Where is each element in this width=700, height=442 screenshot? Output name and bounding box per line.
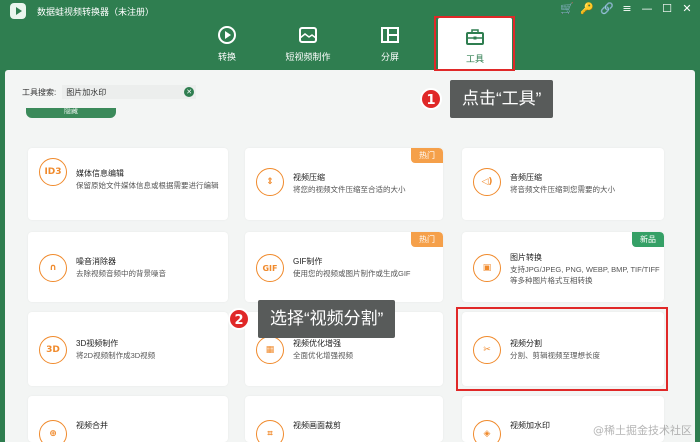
search-label: 工具搜索: xyxy=(22,87,57,97)
audio-compress-icon: ◁) xyxy=(473,168,501,196)
step-number: 1 xyxy=(420,88,442,110)
card-title: 视频压缩 xyxy=(293,173,325,182)
gif-icon: GIF xyxy=(256,254,284,282)
callout-text: 点击“工具” xyxy=(450,80,554,118)
split-screen-icon xyxy=(381,27,399,43)
title-bar: 数据蛙视频转换器（未注册） 🛒 🔑 🔗 ≡ — ☐ ✕ 转换 短视频制作 分屏 xyxy=(0,0,700,70)
card-description: 分割、剪辑视频至理想长度 xyxy=(510,351,600,360)
key-icon[interactable]: 🔑 xyxy=(580,2,594,16)
card-media-info-editor[interactable]: ID3 媒体信息编辑 保留原始文件媒体信息或根据需要进行编辑 xyxy=(28,148,228,220)
tab-tools[interactable]: 工具 xyxy=(438,18,512,70)
card-description: 去除视频音频中的背景噪音 xyxy=(76,269,166,278)
card-title: 图片转换 xyxy=(510,253,542,262)
enhance-icon: ▦ xyxy=(256,336,284,364)
card-3d-maker[interactable]: 3D 3D视频制作 将2D视频制作成3D视频 xyxy=(28,312,228,386)
tool-search: 工具搜索: ✕ xyxy=(22,85,197,99)
cart-icon[interactable]: 🛒 xyxy=(560,2,574,16)
card-video-compress[interactable]: 热门 ⇕ 视频压缩 将您的视频文件压缩至合适的大小 xyxy=(245,148,443,220)
new-badge: 新品 xyxy=(632,232,664,247)
callout-step-1: 1 点击“工具” xyxy=(420,80,554,118)
callout-step-2: 2 选择“视频分割” xyxy=(228,300,396,338)
compress-icon: ⇕ xyxy=(256,168,284,196)
menu-icon[interactable]: ≡ xyxy=(620,2,634,16)
tab-short-video[interactable]: 短视频制作 xyxy=(268,22,348,66)
watermark-icon: ◈ xyxy=(473,420,501,442)
card-gif-maker[interactable]: 热门 GIF GIF制作 使用您的视频或图片制作或生成GIF xyxy=(245,232,443,302)
card-description: 使用您的视频或图片制作或生成GIF xyxy=(293,269,411,278)
card-description: 将音频文件压缩到您需要的大小 xyxy=(510,185,615,194)
step-number: 2 xyxy=(228,308,250,330)
tab-convert[interactable]: 转换 xyxy=(187,22,267,66)
hot-badge: 热门 xyxy=(411,148,443,163)
card-title: 视频优化增强 xyxy=(293,339,341,348)
card-video-merge[interactable]: ⊕ 视频合并 xyxy=(28,396,228,442)
search-input[interactable] xyxy=(62,85,197,99)
scissors-icon: ✂ xyxy=(473,336,501,364)
maximize-icon[interactable]: ☐ xyxy=(660,2,674,16)
card-title: 视频画面裁剪 xyxy=(293,421,341,430)
card-audio-compress[interactable]: ◁) 音频压缩 将音频文件压缩到您需要的大小 xyxy=(462,148,664,220)
site-watermark: @稀土掘金技术社区 xyxy=(593,424,692,437)
minimize-icon[interactable]: — xyxy=(640,2,654,16)
app-title: 数据蛙视频转换器（未注册） xyxy=(37,7,155,17)
card-title: 视频合并 xyxy=(76,421,108,430)
callout-text: 选择“视频分割” xyxy=(258,300,396,338)
id3-icon: ID3 xyxy=(39,158,67,186)
card-description: 支持JPG/JPEG, PNG, WEBP, BMP, TIF/TIFF等多种图… xyxy=(510,265,660,285)
card-title: 噪音消除器 xyxy=(76,257,116,266)
merge-icon: ⊕ xyxy=(39,420,67,442)
crop-icon: ⌗ xyxy=(256,420,284,442)
window-controls: 🛒 🔑 🔗 ≡ — ☐ ✕ xyxy=(560,2,694,16)
card-title: GIF制作 xyxy=(293,257,323,266)
card-title: 视频分割 xyxy=(510,339,542,348)
tab-convert-label: 转换 xyxy=(217,52,236,62)
close-icon[interactable]: ✕ xyxy=(680,2,694,16)
convert-icon xyxy=(218,26,236,44)
toolbox-icon xyxy=(466,29,484,45)
card-image-convert[interactable]: 新品 ▣ 图片转换 支持JPG/JPEG, PNG, WEBP, BMP, TI… xyxy=(462,232,664,302)
image-convert-icon: ▣ xyxy=(473,254,501,282)
card-title: 视频加水印 xyxy=(510,421,550,430)
card-video-crop[interactable]: ⌗ 视频画面裁剪 xyxy=(245,396,443,442)
tab-short-video-label: 短视频制作 xyxy=(285,52,331,62)
card-title: 媒体信息编辑 xyxy=(76,169,124,178)
short-video-icon xyxy=(299,27,317,43)
card-title: 音频压缩 xyxy=(510,173,542,182)
hot-badge: 热门 xyxy=(411,232,443,247)
headphones-icon: ∩ xyxy=(39,254,67,282)
3d-icon: 3D xyxy=(39,336,67,364)
link-icon[interactable]: 🔗 xyxy=(600,2,614,16)
card-title: 3D视频制作 xyxy=(76,339,119,348)
card-video-split[interactable]: ✂ 视频分割 分割、剪辑视频至理想长度 xyxy=(462,312,664,386)
tab-tools-label: 工具 xyxy=(465,54,484,64)
card-description: 将2D视频制作成3D视频 xyxy=(76,351,156,360)
card-description: 保留原始文件媒体信息或根据需要进行编辑 xyxy=(76,181,219,190)
card-noise-remover[interactable]: ∩ 噪音消除器 去除视频音频中的背景噪音 xyxy=(28,232,228,302)
app-logo-icon xyxy=(10,3,26,19)
card-description: 将您的视频文件压缩至合适的大小 xyxy=(293,185,406,194)
tab-split-screen-label: 分屏 xyxy=(380,52,399,62)
card-description: 全面优化增强视频 xyxy=(293,351,353,360)
tab-split-screen[interactable]: 分屏 xyxy=(350,22,430,66)
hide-button[interactable]: 隐藏 xyxy=(26,108,116,118)
